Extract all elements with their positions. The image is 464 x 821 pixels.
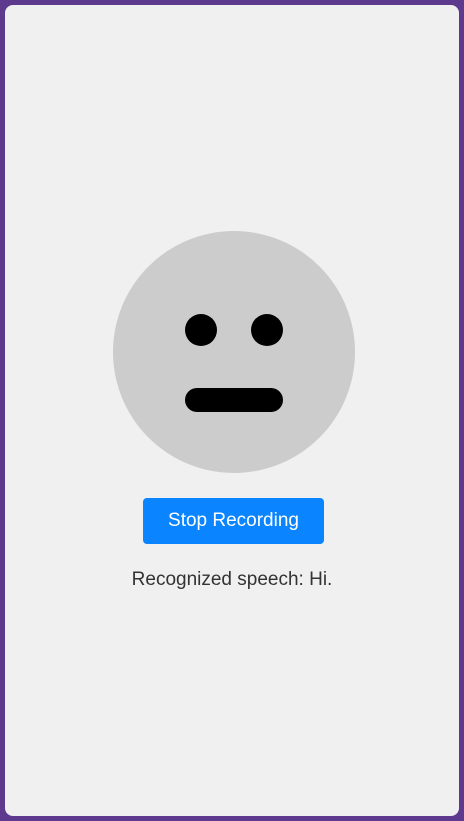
recognized-speech: Recognized speech: Hi. <box>5 568 459 592</box>
left-eye <box>185 314 217 346</box>
recognized-speech-label: Recognized speech: <box>131 569 304 590</box>
stop-recording-button[interactable]: Stop Recording <box>143 498 324 544</box>
neutral-face-icon <box>113 231 355 473</box>
mouth <box>185 388 283 412</box>
right-eye <box>251 314 283 346</box>
recognized-speech-value: Hi. <box>309 569 333 590</box>
app-frame: Stop Recording Recognized speech: Hi. <box>5 5 459 816</box>
